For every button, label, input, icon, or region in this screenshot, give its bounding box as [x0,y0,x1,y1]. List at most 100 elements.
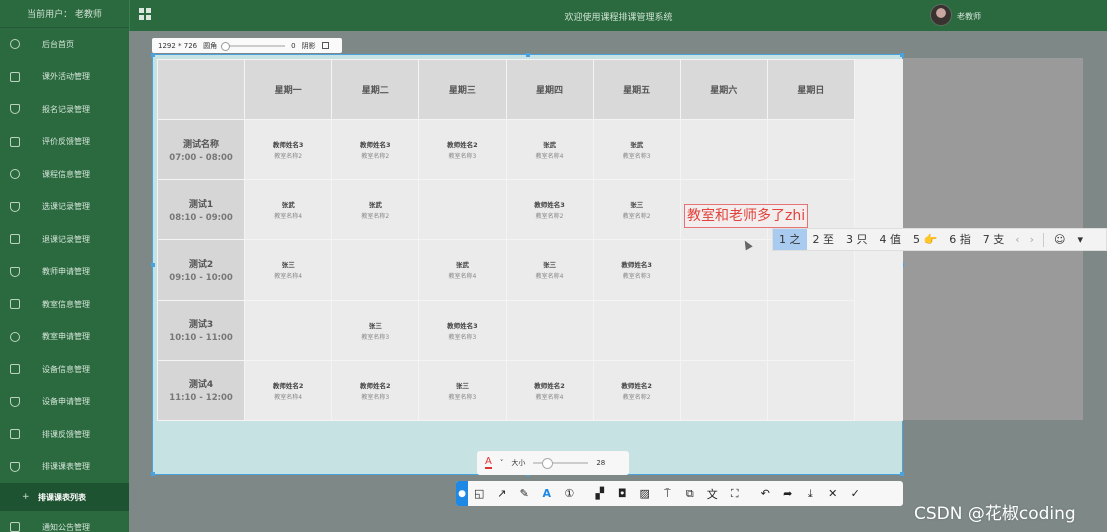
sidebar-item-label: 选课记录管理 [42,202,90,212]
chevron-down-icon[interactable]: ▾ [1071,229,1089,250]
schedule-cell[interactable]: 教师姓名2 教室名称4 [505,359,594,422]
sidebar-subitem-schedule-list[interactable]: + 排课课表列表 [0,483,129,511]
sidebar-item[interactable]: 报名记录管理 [0,93,129,126]
sidebar-item[interactable]: 设备申请管理 [0,386,129,419]
schedule-cell[interactable] [766,118,856,181]
resize-handle[interactable] [900,53,904,57]
resize-handle[interactable] [151,53,155,57]
shadow-checkbox[interactable] [321,42,329,49]
sidebar-item[interactable]: 排课反馈管理 [0,418,129,451]
radius-slider[interactable] [221,41,286,51]
schedule-cell[interactable]: 张三 教室名称4 [244,239,333,301]
schedule-cell[interactable]: 教师姓名2 教室名称2 [592,359,681,422]
chevron-down-icon[interactable]: ˅ [500,459,504,467]
hatch-icon[interactable]: ▨ [634,481,657,506]
ime-candidate[interactable]: 2 至 [807,229,841,250]
schedule-cell[interactable]: 教师姓名3 教室名称2 [244,118,333,181]
number-icon[interactable]: ① [558,481,581,506]
schedule-cell[interactable] [766,299,856,361]
close-icon[interactable]: ✕ [822,481,845,506]
schedule-cell[interactable] [418,179,507,241]
room-name: 教室名称2 [274,153,303,161]
schedule-cell[interactable]: 张武 教室名称4 [418,239,507,301]
ocr-icon[interactable]: ⛶ [724,481,747,506]
schedule-cell[interactable] [244,299,333,361]
period-cell: 测试1 08:10 - 09:00 [156,179,246,241]
schedule-cell[interactable] [679,359,768,422]
sidebar-item[interactable]: 课程信息管理 [0,158,129,191]
schedule-cell[interactable]: 张三 教室名称3 [331,299,420,361]
sidebar-item[interactable]: 设备信息管理 [0,353,129,386]
schedule-cell[interactable]: 教师姓名3 教室名称3 [592,239,681,301]
schedule-cell[interactable]: 张武 教室名称4 [244,179,333,241]
ime-candidate[interactable]: 5 👉 [907,229,943,250]
day-header: 星期二 [331,59,420,120]
schedule-cell[interactable] [679,299,768,361]
share-icon[interactable]: ➦ [777,481,800,506]
ime-candidate[interactable]: 3 只 [840,229,874,250]
confirm-icon[interactable]: ✓ [844,481,867,506]
resize-handle[interactable] [151,263,155,267]
schedule-cell[interactable] [592,299,681,361]
schedule-cell[interactable]: 教师姓名3 教室名称2 [331,118,420,181]
schedule-cell[interactable] [331,239,420,301]
ime-candidate[interactable]: 7 支 [977,229,1011,250]
image-icon[interactable]: ⧉ [679,481,702,506]
stamp-icon[interactable]: ⍑ [656,481,679,506]
sidebar-item[interactable]: 评价反馈管理 [0,126,129,159]
day-header: 星期三 [418,59,507,120]
sidebar-item[interactable]: 后台首页 [0,28,129,61]
avatar[interactable] [930,4,952,26]
room-name: 教室名称2 [535,213,564,221]
ime-candidate[interactable]: 4 值 [874,229,908,250]
schedule-cell[interactable]: 教师姓名2 教室名称3 [331,359,420,422]
font-size-slider[interactable] [533,458,589,469]
ime-next-icon[interactable]: › [1025,233,1039,246]
schedule-cell[interactable]: 教师姓名2 教室名称3 [418,118,507,181]
schedule-cell[interactable]: 张武 教室名称3 [592,118,681,181]
emoji-icon[interactable]: ☺ [1048,229,1071,250]
schedule-cell[interactable]: 张武 教室名称2 [331,179,420,241]
top-user-name[interactable]: 老教师 [957,11,981,22]
shield-icon [10,104,20,115]
resize-handle[interactable] [900,472,904,476]
schedule-cell[interactable] [679,239,768,301]
resize-handle[interactable] [526,53,530,57]
schedule-cell[interactable] [766,359,856,422]
sidebar-item[interactable]: 退课记录管理 [0,223,129,256]
schedule-cell[interactable]: 张三 教室名称4 [505,239,594,301]
text-annotation-input[interactable]: 教室和老师多了zhi [684,204,809,228]
divider [1043,232,1045,247]
ime-prev-icon[interactable]: ‹ [1010,233,1024,246]
shape-icon[interactable]: ◱ [468,481,491,506]
sidebar-item[interactable]: 选课记录管理 [0,191,129,224]
text-icon[interactable]: A [536,481,559,506]
sidebar-item[interactable]: 教室信息管理 [0,288,129,321]
sidebar-item[interactable]: 通知公告管理 [0,511,129,532]
ime-candidate[interactable]: 1 之 [773,229,807,250]
schedule-cell[interactable]: 教师姓名3 教室名称2 [505,179,594,241]
schedule-cell[interactable]: 张三 教室名称2 [592,179,681,241]
download-icon[interactable]: ⤓ [799,481,822,506]
translate-icon[interactable]: 文 [701,481,724,506]
sidebar-item[interactable]: 排课课表管理 [0,451,129,484]
schedule-cell[interactable] [505,299,594,361]
font-color-button[interactable]: A [485,457,492,469]
sidebar-item[interactable]: 教室申请管理 [0,321,129,354]
schedule-cell[interactable]: 张武 教室名称4 [505,118,594,181]
schedule-cell[interactable]: 教师姓名2 教室名称4 [244,359,333,422]
pen-icon[interactable]: ✎ [513,481,536,506]
arrow-icon[interactable]: ↗ [491,481,514,506]
schedule-cell[interactable]: 教师姓名3 教室名称3 [418,299,507,361]
screenshot-toolbar: ● ◱ ↗ ✎ A ① ▞ ◘ ▨ ⍑ ⧉ 文 ⛶ ↶ ➦ ⤓ ✕ ✓ [456,481,903,506]
mosaic-icon[interactable]: ▞ [589,481,612,506]
resize-handle[interactable] [151,472,155,476]
schedule-cell[interactable]: 张三 教室名称3 [418,359,507,422]
ime-candidate[interactable]: 6 指 [943,229,977,250]
sidebar-item[interactable]: 教师申请管理 [0,256,129,289]
sidebar-item[interactable]: 课外活动管理 [0,61,129,94]
pin-icon[interactable]: ● [456,481,468,506]
undo-icon[interactable]: ↶ [754,481,777,506]
schedule-cell[interactable] [679,118,768,181]
blur-icon[interactable]: ◘ [611,481,634,506]
